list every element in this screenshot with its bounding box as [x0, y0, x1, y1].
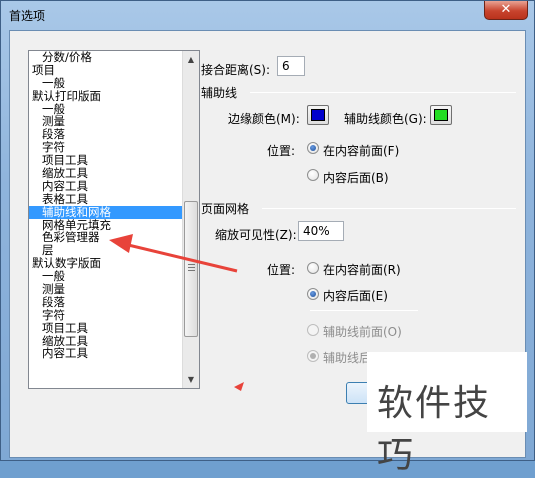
preferences-window: 首选项 ✕ 分数/价格 项目 一般 默认打印版面 一般 测量 段落 字符 项目工具 缩放工具 内容工… [0, 0, 535, 476]
watermark-text: 软件技巧 [377, 383, 492, 476]
arrow-head [109, 234, 133, 253]
annotation-mark [234, 382, 244, 391]
watermark: 软件技巧 [367, 352, 527, 476]
arrow-shaft [123, 242, 238, 273]
